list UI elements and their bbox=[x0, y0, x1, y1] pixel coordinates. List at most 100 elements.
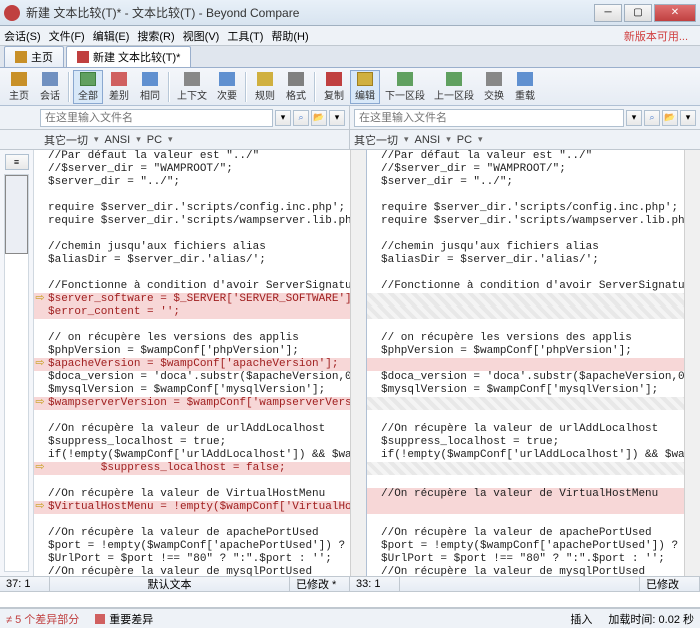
tb-all[interactable]: 全部 bbox=[73, 70, 103, 104]
code-line[interactable]: ⇨ $suppress_localhost = false; bbox=[34, 462, 366, 475]
code-line[interactable]: $mysqlVersion = $wampConf['mysqlVersion'… bbox=[34, 384, 366, 397]
tb-copy[interactable]: 复制 bbox=[319, 70, 349, 104]
tb-edit[interactable]: 编辑 bbox=[350, 70, 380, 104]
code-line[interactable]: //On récupère la valeur de VirtualHostMe… bbox=[34, 488, 366, 501]
tb-same[interactable]: 相同 bbox=[135, 70, 165, 104]
code-line[interactable]: $aliasDir = $server_dir.'alias/'; bbox=[367, 254, 700, 267]
code-line[interactable] bbox=[34, 267, 366, 280]
code-line[interactable]: //Fonctionne à condition d'avoir ServerS… bbox=[34, 280, 366, 293]
menu-edit[interactable]: 编辑(E) bbox=[93, 28, 130, 44]
code-line[interactable]: $phpVersion = $wampConf['phpVersion']; bbox=[34, 345, 366, 358]
code-line[interactable]: $error_content = ''; bbox=[34, 306, 366, 319]
close-button[interactable]: ✕ bbox=[654, 4, 696, 22]
code-line[interactable] bbox=[34, 319, 366, 332]
code-line[interactable]: $port = !empty($wampConf['apachePortUsed… bbox=[367, 540, 700, 553]
code-line[interactable]: //On récupère la valeur de mysqlPortUsed bbox=[367, 566, 700, 576]
code-line[interactable]: ⇨$VirtualHostMenu = !empty($wampConf['Vi… bbox=[34, 501, 366, 514]
left-lineending[interactable]: PC bbox=[147, 134, 162, 146]
code-line[interactable]: $phpVersion = $wampConf['phpVersion']; bbox=[367, 345, 700, 358]
code-line[interactable]: //On récupère la valeur de urlAddLocalho… bbox=[367, 423, 700, 436]
code-line[interactable]: if(!empty($wampConf['urlAddLocalhost']) … bbox=[34, 449, 366, 462]
code-line[interactable] bbox=[367, 267, 700, 280]
tab-home[interactable]: 主页 bbox=[4, 46, 64, 67]
code-line[interactable] bbox=[367, 475, 700, 488]
code-line[interactable] bbox=[367, 397, 700, 410]
code-line[interactable] bbox=[367, 293, 700, 306]
code-line[interactable]: ⇨$apacheVersion = $wampConf['apacheVersi… bbox=[34, 358, 366, 371]
left-explore-button[interactable]: ⌕ bbox=[293, 110, 309, 126]
code-line[interactable]: //On récupère la valeur de apachePortUse… bbox=[367, 527, 700, 540]
code-line[interactable]: //Par défaut la valeur est "../" bbox=[367, 150, 700, 163]
code-line[interactable] bbox=[367, 189, 700, 202]
code-line[interactable]: //Fonctionne à condition d'avoir ServerS… bbox=[367, 280, 700, 293]
code-line[interactable] bbox=[367, 228, 700, 241]
tb-sessions[interactable]: 会话 bbox=[35, 70, 65, 104]
code-line[interactable]: $server_dir = "../"; bbox=[34, 176, 366, 189]
code-line[interactable]: require $server_dir.'scripts/config.inc.… bbox=[34, 202, 366, 215]
code-line[interactable]: ⇨$server_software = $_SERVER['SERVER_SOF… bbox=[34, 293, 366, 306]
right-pane[interactable]: //Par défaut la valeur est "../"//$serve… bbox=[367, 150, 700, 576]
maximize-button[interactable]: ▢ bbox=[624, 4, 652, 22]
code-line[interactable] bbox=[367, 306, 700, 319]
left-filter-label[interactable]: 其它一切 bbox=[44, 132, 88, 148]
left-path-dropdown[interactable]: ▾ bbox=[275, 110, 291, 126]
tab-compare[interactable]: 新建 文本比较(T)* bbox=[66, 46, 191, 67]
code-line[interactable]: $suppress_localhost = true; bbox=[34, 436, 366, 449]
tb-home[interactable]: 主页 bbox=[4, 70, 34, 104]
menu-file[interactable]: 文件(F) bbox=[49, 28, 85, 44]
code-line[interactable] bbox=[34, 189, 366, 202]
left-vscroll[interactable] bbox=[350, 150, 366, 576]
code-line[interactable] bbox=[367, 501, 700, 514]
right-path-dropdown[interactable]: ▾ bbox=[626, 110, 642, 126]
code-line[interactable]: $port = !empty($wampConf['apachePortUsed… bbox=[34, 540, 366, 553]
menu-search[interactable]: 搜索(R) bbox=[137, 28, 174, 44]
code-line[interactable]: //On récupère la valeur de mysqlPortUsed bbox=[34, 566, 366, 576]
code-line[interactable]: //On récupère la valeur de urlAddLocalho… bbox=[34, 423, 366, 436]
code-line[interactable]: require $server_dir.'scripts/config.inc.… bbox=[367, 202, 700, 215]
tb-context[interactable]: 上下文 bbox=[173, 70, 211, 104]
code-line[interactable]: $suppress_localhost = true; bbox=[367, 436, 700, 449]
code-line[interactable]: $doca_version = 'doca'.substr($apacheVer… bbox=[34, 371, 366, 384]
right-explore-button[interactable]: ⌕ bbox=[644, 110, 660, 126]
code-line[interactable] bbox=[34, 475, 366, 488]
right-filter-label[interactable]: 其它一切 bbox=[354, 132, 398, 148]
left-encoding[interactable]: ANSI bbox=[105, 134, 131, 146]
update-notice[interactable]: 新版本可用... bbox=[624, 28, 688, 44]
code-line[interactable]: // on récupère les versions des applis bbox=[34, 332, 366, 345]
code-line[interactable] bbox=[367, 462, 700, 475]
code-line[interactable]: require $server_dir.'scripts/wampserver.… bbox=[34, 215, 366, 228]
left-path-input[interactable] bbox=[40, 109, 273, 127]
right-encoding[interactable]: ANSI bbox=[415, 134, 441, 146]
tb-rules[interactable]: 规则 bbox=[250, 70, 280, 104]
code-line[interactable]: $UrlPort = $port !== "80" ? ":".$port : … bbox=[34, 553, 366, 566]
tb-format[interactable]: 格式 bbox=[281, 70, 311, 104]
thumbnail-ruler[interactable]: ≡ bbox=[0, 150, 34, 576]
code-line[interactable]: $aliasDir = $server_dir.'alias/'; bbox=[34, 254, 366, 267]
right-open-dd[interactable]: ▾ bbox=[680, 110, 696, 126]
code-line[interactable]: require $server_dir.'scripts/wampserver.… bbox=[367, 215, 700, 228]
code-line[interactable] bbox=[367, 358, 700, 371]
code-line[interactable]: //On récupère la valeur de apachePortUse… bbox=[34, 527, 366, 540]
ruler-toggle[interactable]: ≡ bbox=[5, 154, 29, 170]
menu-session[interactable]: 会话(S) bbox=[4, 28, 41, 44]
code-line[interactable] bbox=[367, 410, 700, 423]
code-line[interactable]: //On récupère la valeur de VirtualHostMe… bbox=[367, 488, 700, 501]
right-lineending[interactable]: PC bbox=[457, 134, 472, 146]
menu-tools[interactable]: 工具(T) bbox=[227, 28, 263, 44]
code-line[interactable]: //Par défaut la valeur est "../" bbox=[34, 150, 366, 163]
code-line[interactable] bbox=[367, 514, 700, 527]
code-line[interactable]: //chemin jusqu'aux fichiers alias bbox=[34, 241, 366, 254]
tb-swap[interactable]: 交换 bbox=[479, 70, 509, 104]
code-line[interactable]: $UrlPort = $port !== "80" ? ":".$port : … bbox=[367, 553, 700, 566]
code-line[interactable]: if(!empty($wampConf['urlAddLocalhost']) … bbox=[367, 449, 700, 462]
code-line[interactable]: //$server_dir = "WAMPROOT/"; bbox=[367, 163, 700, 176]
right-vscroll[interactable] bbox=[684, 150, 700, 576]
code-line[interactable]: $server_dir = "../"; bbox=[367, 176, 700, 189]
left-pane[interactable]: //Par défaut la valeur est "../"//$serve… bbox=[34, 150, 367, 576]
code-line[interactable]: // on récupère les versions des applis bbox=[367, 332, 700, 345]
menu-help[interactable]: 帮助(H) bbox=[271, 28, 308, 44]
code-line[interactable] bbox=[34, 514, 366, 527]
code-line[interactable]: ⇨$wampserverVersion = $wampConf['wampser… bbox=[34, 397, 366, 410]
code-line[interactable]: //chemin jusqu'aux fichiers alias bbox=[367, 241, 700, 254]
code-line[interactable]: //$server_dir = "WAMPROOT/"; bbox=[34, 163, 366, 176]
